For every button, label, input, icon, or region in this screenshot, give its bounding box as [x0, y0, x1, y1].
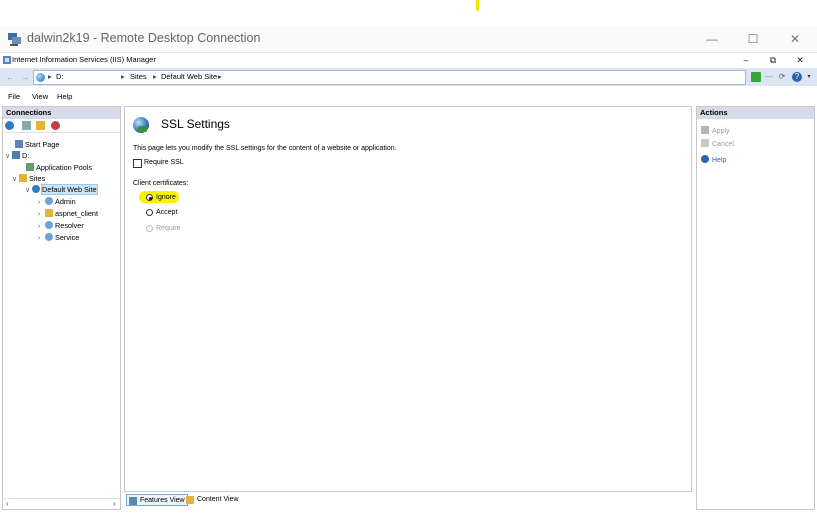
features-view-icon — [129, 497, 137, 505]
stop-icon[interactable]: — — [764, 72, 774, 82]
sites-folder-icon — [19, 174, 27, 182]
breadcrumb-server[interactable]: D: — [56, 72, 64, 81]
ignore-radio[interactable] — [146, 194, 153, 201]
breadcrumb-sep-icon: ▸ — [48, 72, 52, 81]
breadcrumb-sep-icon: ▸ — [153, 72, 157, 81]
remote-desktop-icon — [8, 33, 21, 46]
tree-item-server[interactable]: ∨ D: — [5, 151, 29, 161]
breadcrumb-sep-icon: ▸ — [218, 72, 222, 81]
rdp-close-button[interactable]: ✕ — [785, 30, 805, 48]
menu-help[interactable]: Help — [57, 92, 72, 101]
website-globe-icon — [32, 185, 40, 193]
web-app-icon — [45, 233, 53, 241]
apply-icon — [701, 126, 709, 134]
cancel-icon — [701, 139, 709, 147]
rdp-maximize-button[interactable]: ☐ — [743, 30, 763, 48]
ssl-settings-panel: SSL Settings This page lets you modify t… — [124, 106, 692, 492]
horizontal-scrollbar[interactable]: ‹ › — [3, 498, 120, 509]
help-icon[interactable]: ? — [792, 72, 802, 82]
menu-bar: File View Help — [0, 90, 817, 104]
connections-panel: Connections Start Page ∨ D: Application P… — [2, 106, 121, 510]
tree-item-start-page[interactable]: Start Page — [8, 140, 59, 150]
address-bar: ← → ▸ D: ▸ Sites ▸ Default Web Site ▸ — … — [0, 68, 817, 86]
tab-features-view[interactable]: Features View — [126, 494, 188, 506]
collapse-chevron-icon[interactable]: ∨ — [25, 186, 32, 196]
help-dropdown-icon[interactable]: ▾ — [804, 72, 814, 82]
refresh-icon[interactable]: ⟳ — [777, 72, 787, 82]
help-action[interactable]: Help — [701, 155, 726, 165]
require-radio — [146, 225, 153, 232]
folder-icon — [45, 209, 53, 217]
tree-item-sites[interactable]: ∨ Sites — [12, 174, 45, 184]
iis-maximize-button[interactable]: ⧉ — [766, 54, 780, 66]
cancel-action: Cancel — [701, 139, 734, 149]
connect-icon[interactable] — [751, 72, 761, 82]
iis-app-icon — [3, 56, 11, 64]
globe-icon — [36, 73, 45, 82]
save-icon[interactable] — [22, 121, 31, 130]
tree-item-admin[interactable]: › Admin — [38, 197, 76, 207]
breadcrumb-sites[interactable]: Sites — [130, 72, 147, 81]
content-view-icon — [186, 496, 194, 504]
require-ssl-checkbox[interactable] — [133, 159, 142, 168]
forward-arrow-icon[interactable]: → — [19, 71, 31, 83]
screen-marker — [476, 0, 479, 11]
view-tabs: Features View Content View — [124, 493, 692, 509]
disconnect-icon[interactable] — [51, 121, 60, 130]
page-title: SSL Settings — [161, 117, 230, 131]
folder-icon[interactable] — [36, 121, 45, 130]
iis-window-title: Internet Information Services (IIS) Mana… — [12, 55, 156, 64]
tree-item-application-pools[interactable]: Application Pools — [19, 163, 92, 173]
collapse-chevron-icon[interactable]: ∨ — [12, 175, 19, 185]
actions-panel: Actions Apply Cancel Help — [696, 106, 815, 510]
scroll-left-icon[interactable]: ‹ — [6, 499, 9, 508]
apply-action: Apply — [701, 126, 730, 136]
rdp-minimize-button[interactable]: — — [702, 30, 722, 48]
web-app-icon — [45, 197, 53, 205]
tree-item-resolver[interactable]: › Resolver — [38, 221, 84, 231]
accept-radio[interactable] — [146, 209, 153, 216]
help-icon — [701, 155, 709, 163]
require-label: Require — [156, 225, 181, 232]
rdp-title-bar: dalwin2k19 - Remote Desktop Connection —… — [0, 26, 817, 53]
start-page-icon — [15, 140, 23, 148]
iis-title-bar: Internet Information Services (IIS) Mana… — [0, 53, 817, 67]
ignore-label: Ignore — [156, 194, 176, 201]
server-icon — [12, 151, 20, 159]
page-description: This page lets you modify the SSL settin… — [133, 145, 397, 152]
connections-toolbar — [3, 119, 120, 133]
scroll-right-icon[interactable]: › — [113, 499, 116, 508]
collapse-chevron-icon[interactable]: ∨ — [5, 152, 12, 162]
back-arrow-icon[interactable]: ← — [4, 71, 16, 83]
iis-close-button[interactable]: ✕ — [793, 54, 807, 66]
require-ssl-label: Require SSL — [144, 159, 184, 166]
actions-header: Actions — [697, 107, 814, 119]
iis-minimize-button[interactable]: – — [739, 54, 753, 66]
web-app-icon — [45, 221, 53, 229]
expand-chevron-icon[interactable]: › — [38, 234, 45, 244]
accept-label: Accept — [156, 209, 178, 216]
expand-chevron-icon[interactable]: › — [38, 210, 45, 220]
breadcrumb[interactable]: ▸ D: ▸ Sites ▸ Default Web Site ▸ — [33, 70, 746, 85]
client-certificates-label: Client certificates: — [133, 180, 189, 187]
expand-chevron-icon[interactable]: › — [38, 222, 45, 232]
rdp-window-title: dalwin2k19 - Remote Desktop Connection — [27, 31, 261, 45]
expand-chevron-icon[interactable]: › — [38, 198, 45, 208]
breadcrumb-default-web-site[interactable]: Default Web Site — [161, 72, 217, 81]
app-pools-icon — [26, 163, 34, 171]
connections-header: Connections — [3, 107, 120, 119]
menu-file[interactable]: File — [8, 92, 20, 101]
tree-item-service[interactable]: › Service — [38, 233, 79, 243]
menu-view[interactable]: View — [32, 92, 48, 101]
tab-content-view[interactable]: Content View — [184, 494, 241, 506]
tree-item-aspnet-client[interactable]: › aspnet_client — [38, 209, 98, 219]
new-connection-icon[interactable] — [5, 121, 14, 130]
ssl-globe-lock-icon — [133, 117, 149, 133]
tree-item-default-web-site[interactable]: ∨ Default Web Site — [25, 184, 98, 196]
breadcrumb-sep-icon: ▸ — [121, 72, 125, 81]
